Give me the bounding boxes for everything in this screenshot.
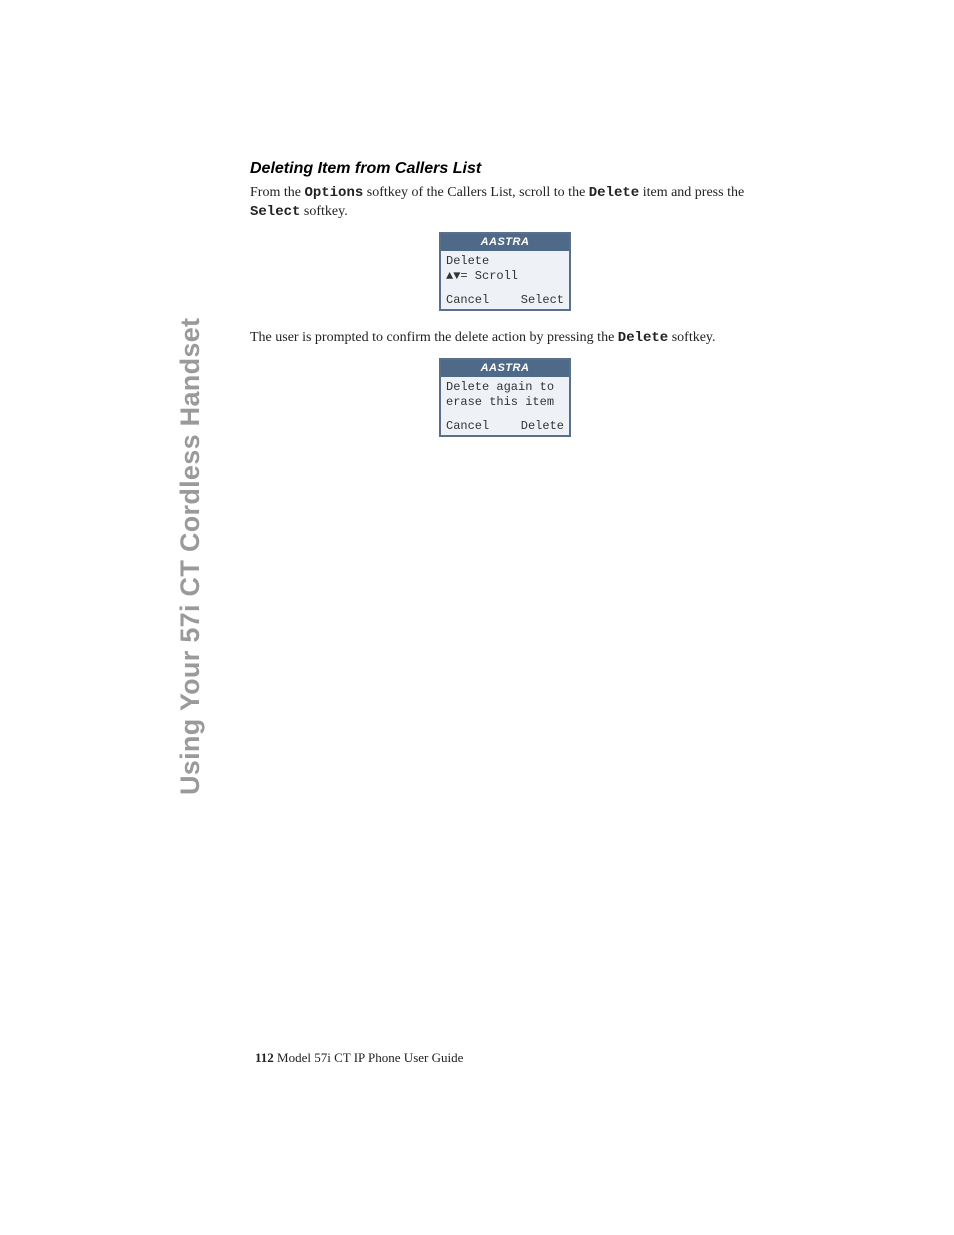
inline-code-delete: Delete: [618, 330, 668, 346]
inline-code-options: Options: [304, 185, 363, 201]
softkey-cancel: Cancel: [446, 293, 489, 307]
document-page: Using Your 57i CT Cordless Handset Delet…: [0, 0, 954, 1235]
text-run: softkey.: [300, 204, 347, 219]
phone-line-1: Delete: [446, 254, 564, 269]
softkey-delete: Delete: [521, 419, 564, 433]
phone-screenshot-2: AASTRA Delete again to erase this item C…: [250, 358, 760, 437]
inline-code-select: Select: [250, 204, 300, 220]
phone-body: Delete ▲▼= Scroll Cancel Select: [441, 251, 569, 309]
phone-brand-label: AASTRA: [441, 360, 569, 377]
page-footer: 112 Model 57i CT IP Phone User Guide: [255, 1050, 463, 1066]
text-run: item and press the: [639, 185, 744, 200]
phone-softkey-row: Cancel Delete: [446, 417, 564, 433]
softkey-select: Select: [521, 293, 564, 307]
phone-line-2: ▲▼= Scroll: [446, 269, 564, 284]
text-run: softkey.: [668, 330, 715, 345]
phone-brand-label: AASTRA: [441, 234, 569, 251]
side-chapter-title: Using Your 57i CT Cordless Handset: [175, 155, 206, 795]
phone-screen: AASTRA Delete again to erase this item C…: [439, 358, 571, 437]
footer-title: Model 57i CT IP Phone User Guide: [274, 1050, 464, 1065]
paragraph-2: The user is prompted to confirm the dele…: [250, 329, 760, 348]
phone-softkey-row: Cancel Select: [446, 291, 564, 307]
section-heading: Deleting Item from Callers List: [250, 160, 760, 178]
phone-screen: AASTRA Delete ▲▼= Scroll Cancel Select: [439, 232, 571, 311]
paragraph-1: From the Options softkey of the Callers …: [250, 184, 760, 222]
page-number: 112: [255, 1050, 274, 1065]
main-content: Deleting Item from Callers List From the…: [250, 160, 760, 455]
softkey-cancel: Cancel: [446, 419, 489, 433]
phone-body: Delete again to erase this item Cancel D…: [441, 377, 569, 435]
phone-screenshot-1: AASTRA Delete ▲▼= Scroll Cancel Select: [250, 232, 760, 311]
text-run: From the: [250, 185, 304, 200]
text-run: The user is prompted to confirm the dele…: [250, 330, 618, 345]
phone-line-1: Delete again to: [446, 380, 564, 395]
phone-line-2: erase this item: [446, 395, 564, 410]
text-run: softkey of the Callers List, scroll to t…: [363, 185, 589, 200]
inline-code-delete: Delete: [589, 185, 639, 201]
